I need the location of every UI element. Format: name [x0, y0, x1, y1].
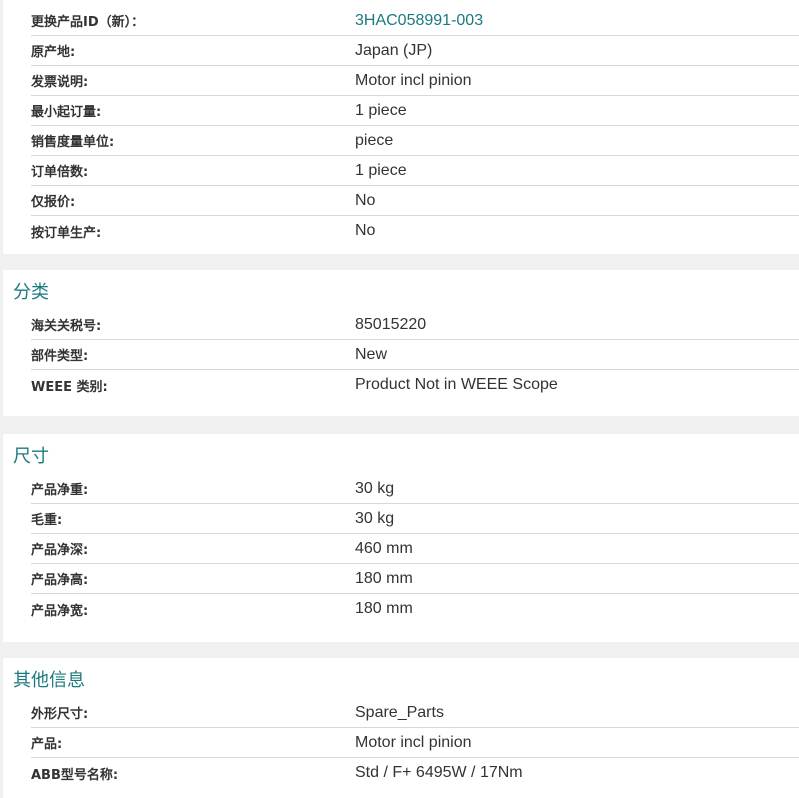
row-label: 最小起订量: — [31, 105, 102, 120]
section-classification: 分类 海关关税号: 85015220 部件类型: New WEEE 类别: Pr… — [3, 270, 799, 416]
general-rows: 更换产品ID（新）： 3HAC058991-003 原产地: Japan (JP… — [3, 6, 799, 246]
section-title: 尺寸 — [13, 446, 49, 467]
row-label: 更换产品ID（新）： — [31, 15, 145, 30]
row-label: 订单倍数: — [31, 165, 89, 180]
row-label: 毛重: — [31, 513, 63, 528]
row-net-height: 产品净高: 180 mm — [31, 564, 799, 594]
row-label: 产品净宽: — [31, 603, 89, 619]
section-title: 其他信息 — [13, 670, 85, 691]
row-label: 产品净深: — [31, 543, 89, 558]
section-general: 更换产品ID（新）： 3HAC058991-003 原产地: Japan (JP… — [3, 0, 799, 254]
row-label: 仅报价: — [31, 195, 76, 210]
row-abb-type-designation: ABB型号名称: Std / F+ 6495W / 17Nm — [31, 758, 799, 788]
row-value: 1 piece — [355, 161, 407, 179]
row-label: 按订单生产: — [31, 225, 102, 241]
row-value: 1 piece — [355, 101, 407, 119]
row-value: Std / F+ 6495W / 17Nm — [355, 764, 523, 781]
row-net-weight: 产品净重: 30 kg — [31, 474, 799, 504]
row-sales-unit: 销售度量单位: piece — [31, 126, 799, 156]
row-net-depth: 产品净深: 460 mm — [31, 534, 799, 564]
replacement-product-link[interactable]: 3HAC058991-003 — [355, 12, 483, 30]
row-value: 30 kg — [355, 479, 395, 497]
classification-rows: 海关关税号: 85015220 部件类型: New WEEE 类别: Produ… — [3, 310, 799, 400]
row-gross-weight: 毛重: 30 kg — [31, 504, 799, 534]
row-label: 产品: — [31, 737, 63, 752]
row-value: piece — [355, 131, 394, 149]
row-value: 85015220 — [355, 315, 427, 333]
row-label: 销售度量单位: — [31, 135, 115, 150]
other-info-rows: 外形尺寸: Spare_Parts 产品: Motor incl pinion … — [3, 698, 799, 788]
row-label: 海关关税号: — [31, 319, 102, 334]
row-label: WEEE 类别: — [31, 379, 108, 395]
row-value: 180 mm — [355, 600, 413, 617]
row-value: Spare_Parts — [355, 703, 444, 721]
row-replacement-id: 更换产品ID（新）： 3HAC058991-003 — [31, 6, 799, 36]
section-title: 分类 — [13, 282, 49, 303]
row-value: 30 kg — [355, 509, 395, 527]
row-value: Motor incl pinion — [355, 71, 472, 89]
row-customs-tariff: 海关关税号: 85015220 — [31, 310, 799, 340]
row-label: ABB型号名称: — [31, 767, 119, 783]
row-invoice-description: 发票说明: Motor incl pinion — [31, 66, 799, 96]
row-weee-category: WEEE 类别: Product Not in WEEE Scope — [31, 370, 799, 400]
row-quote-only: 仅报价: No — [31, 186, 799, 216]
row-country-of-origin: 原产地: Japan (JP) — [31, 36, 799, 66]
row-value: New — [355, 345, 388, 363]
row-min-order-qty: 最小起订量: 1 piece — [31, 96, 799, 126]
row-value: Product Not in WEEE Scope — [355, 376, 558, 393]
row-form-factor: 外形尺寸: Spare_Parts — [31, 698, 799, 728]
row-value: No — [355, 191, 376, 209]
row-label: 部件类型: — [31, 349, 89, 364]
section-dimensions: 尺寸 产品净重: 30 kg 毛重: 30 kg 产品净深: 460 mm 产品… — [3, 434, 799, 642]
row-label: 原产地: — [31, 45, 76, 60]
row-label: 发票说明: — [31, 75, 89, 90]
row-product: 产品: Motor incl pinion — [31, 728, 799, 758]
row-net-width: 产品净宽: 180 mm — [31, 594, 799, 624]
section-other-info: 其他信息 外形尺寸: Spare_Parts 产品: Motor incl pi… — [3, 658, 799, 798]
row-value: Motor incl pinion — [355, 733, 472, 751]
dimension-rows: 产品净重: 30 kg 毛重: 30 kg 产品净深: 460 mm 产品净高:… — [3, 474, 799, 624]
row-value: 180 mm — [355, 569, 413, 587]
row-label: 外形尺寸: — [31, 707, 89, 722]
row-order-multiple: 订单倍数: 1 piece — [31, 156, 799, 186]
row-label: 产品净高: — [31, 573, 89, 588]
row-label: 产品净重: — [31, 483, 89, 498]
row-make-to-order: 按订单生产: No — [31, 216, 799, 246]
row-value: Japan (JP) — [355, 41, 433, 59]
row-value: 460 mm — [355, 539, 413, 557]
row-value: No — [355, 222, 376, 239]
row-part-type: 部件类型: New — [31, 340, 799, 370]
